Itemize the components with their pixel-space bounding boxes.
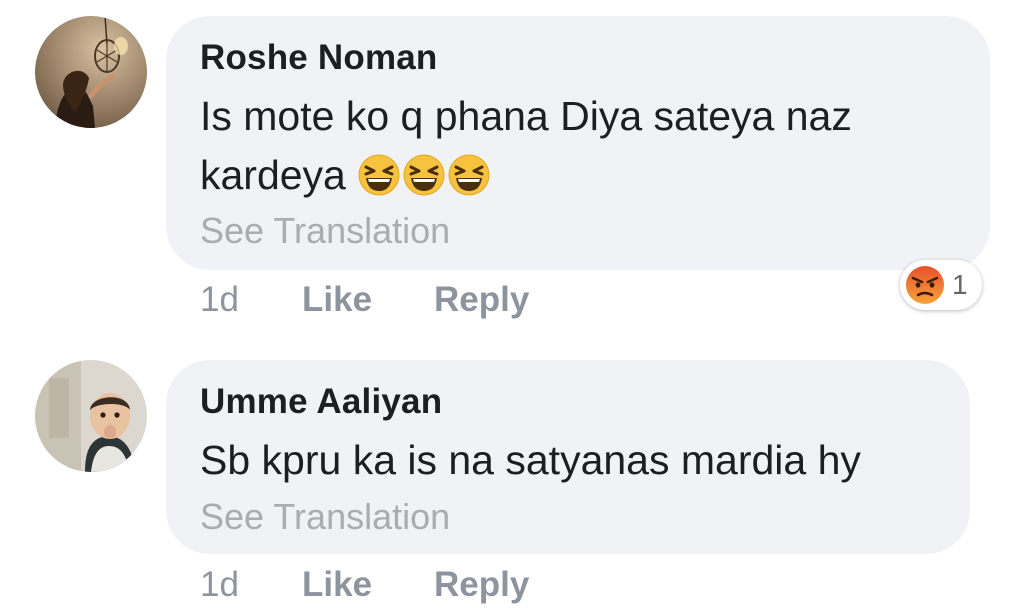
avatar-photo-icon (35, 360, 147, 472)
comment-text-line-1: Sb kpru ka is na satyanas mardia hy (200, 437, 861, 483)
reply-button[interactable]: Reply (434, 565, 529, 605)
see-translation-link[interactable]: See Translation (200, 496, 450, 538)
comment-author[interactable]: Umme Aaliyan (200, 382, 442, 422)
comment-actions: 1d Like Reply (0, 565, 1024, 609)
like-button[interactable]: Like (302, 565, 372, 605)
avatar-umme-aaliyan[interactable] (35, 360, 147, 472)
comment-timestamp: 1d (200, 565, 239, 604)
comment-2: Umme Aaliyan Sb kpru ka is na satyanas m… (0, 0, 1024, 613)
